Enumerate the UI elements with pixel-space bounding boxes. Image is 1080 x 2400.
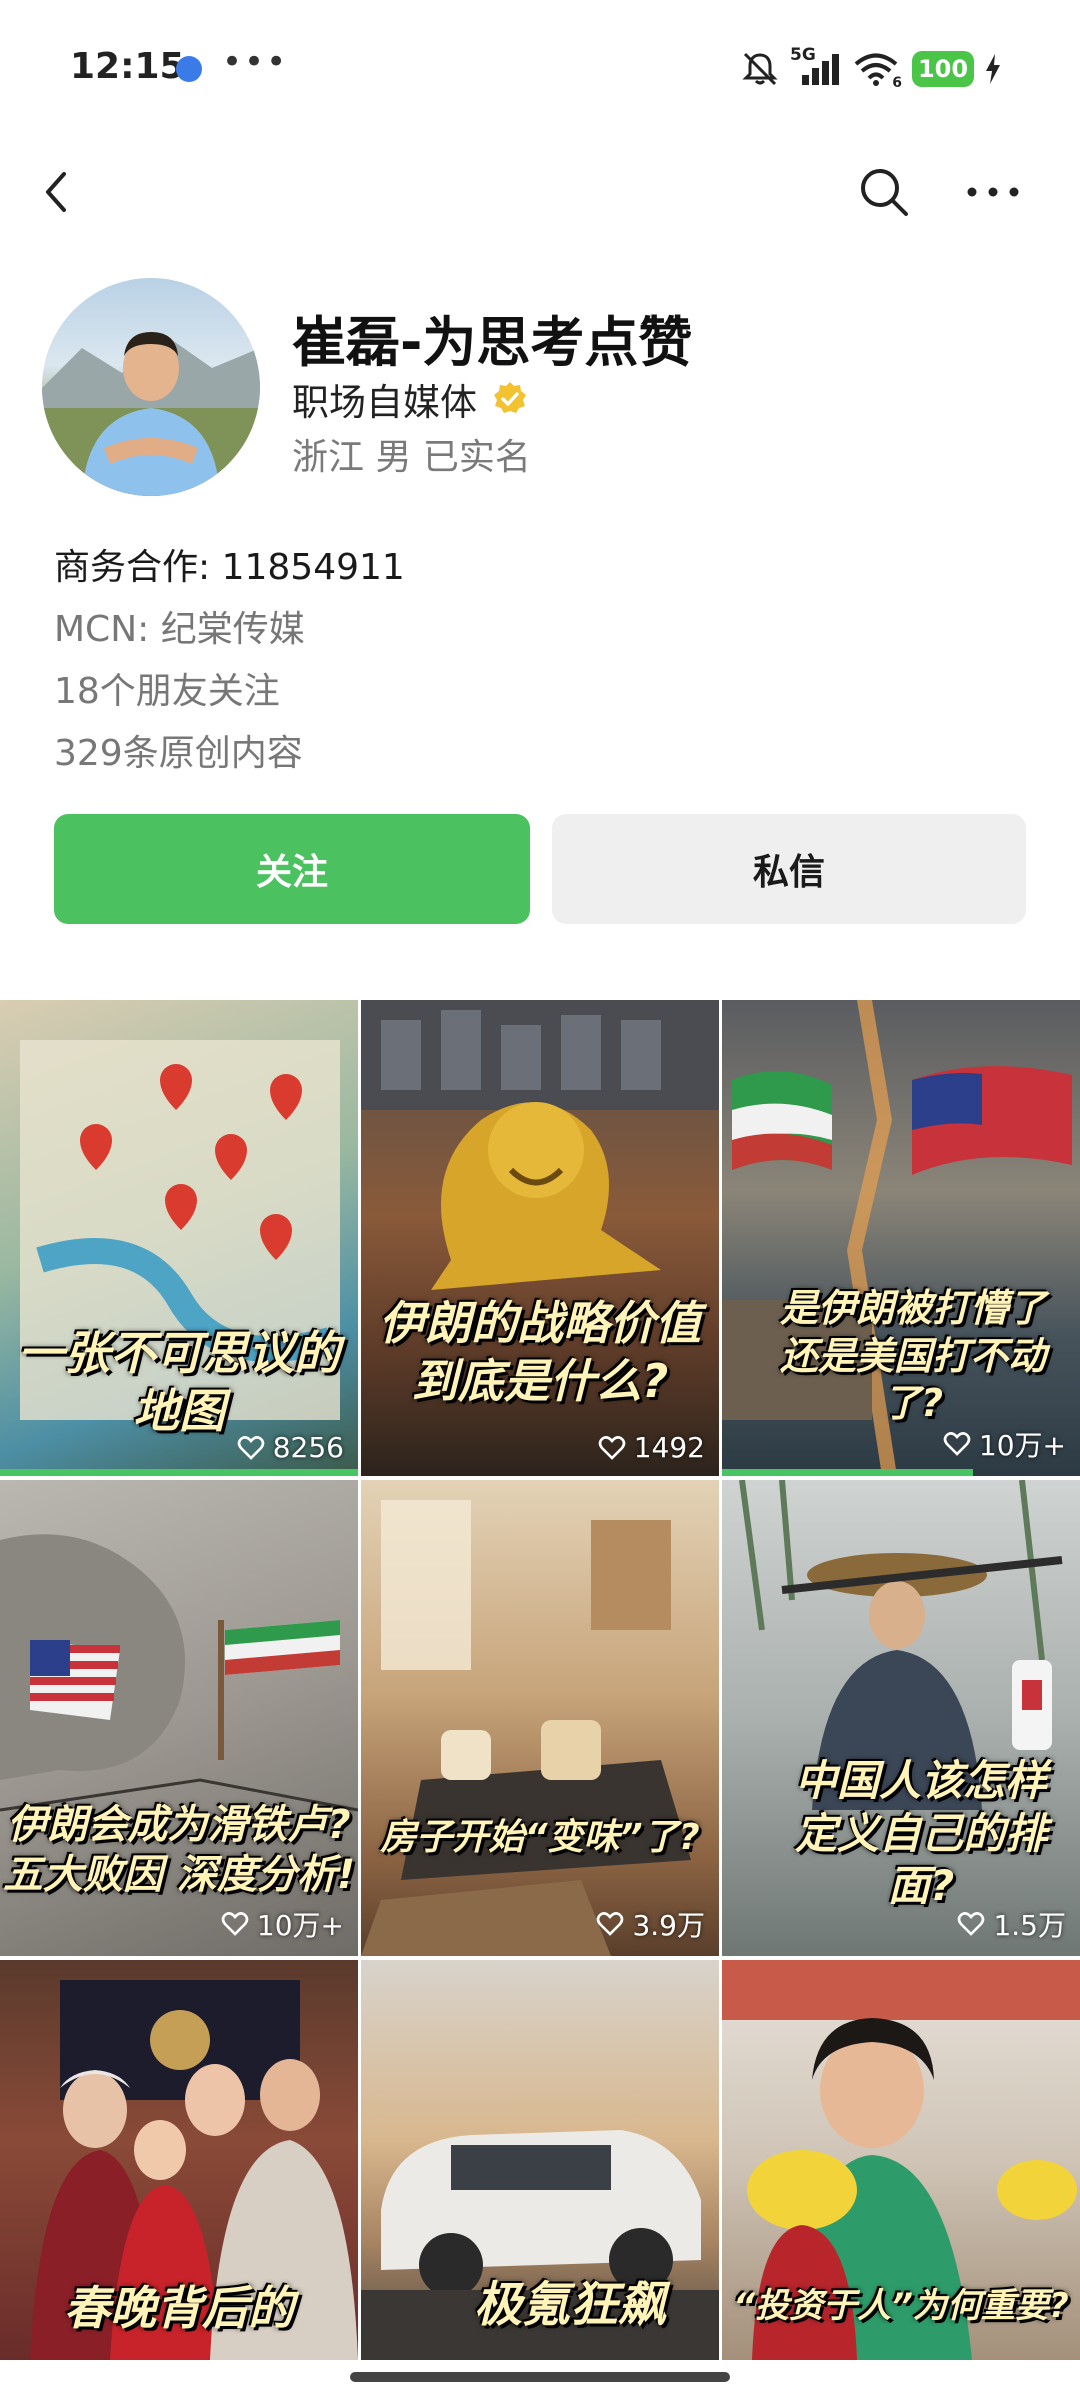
video-caption: 伊朗的战略价值 到底是什么?	[361, 1295, 719, 1410]
profile-meta: 浙江 男 已实名	[292, 437, 531, 478]
wifi-generation: 6	[892, 75, 902, 91]
video-caption: 春晚背后的	[0, 2280, 358, 2338]
like-count-value: 8256	[272, 1431, 344, 1464]
like-count-value: 10万+	[978, 1429, 1066, 1462]
more-icon[interactable]	[958, 160, 1028, 224]
video-caption: 是伊朗被打懵了 还是美国打不动了?	[752, 1285, 1074, 1428]
profile-name: 崔磊-为思考点赞	[292, 311, 693, 374]
message-button[interactable]: 私信	[552, 814, 1026, 924]
caption-line: 房子开始“变味”了?	[380, 1817, 700, 1858]
search-icon[interactable]	[852, 160, 916, 224]
business-contact: 商务合作: 11854911	[54, 547, 405, 588]
video-caption: 房子开始“变味”了?	[361, 1815, 719, 1860]
home-indicator[interactable]	[350, 2372, 730, 2382]
like-count: 10万+	[221, 1904, 344, 1944]
video-tile[interactable]: 中国人该怎样 定义自己的排面? 1.5万	[722, 1480, 1080, 1956]
video-caption: 极氪狂飙	[421, 2275, 719, 2335]
video-tile[interactable]: “投资于人”为何重要?	[722, 1960, 1080, 2360]
battery-icon: 100	[912, 51, 974, 87]
app-badge-icon	[176, 56, 202, 82]
status-bar: 12:15 ••• 5G 6 100	[0, 0, 1080, 136]
video-tile[interactable]: 极氪狂飙	[361, 1960, 719, 2360]
watch-progress	[722, 1469, 973, 1476]
like-count-value: 1.5万	[993, 1909, 1066, 1942]
verified-icon	[494, 382, 526, 413]
caption-line: 伊朗的战略价值 到底是什么?	[379, 1296, 701, 1408]
status-time: 12:15	[70, 46, 185, 87]
status-icons: 5G 6 100	[740, 45, 1002, 92]
signal-icon: 5G	[790, 45, 842, 87]
video-tile[interactable]: 房子开始“变味”了? 3.9万	[361, 1480, 719, 1956]
wifi-icon: 6	[852, 51, 902, 91]
caption-line: 一张不可思议的 地图	[18, 1326, 340, 1438]
like-count: 3.9万	[596, 1904, 705, 1944]
like-count-value: 3.9万	[632, 1909, 705, 1942]
video-caption: 一张不可思议的 地图	[0, 1325, 358, 1440]
status-more-indicator: •••	[222, 42, 289, 82]
like-count: 1.5万	[957, 1904, 1066, 1944]
like-count: 10万+	[943, 1424, 1066, 1464]
category-label: 职场自媒体	[292, 381, 477, 424]
heart-icon	[237, 1435, 265, 1460]
video-tile[interactable]: 春晚背后的	[0, 1960, 358, 2360]
video-caption: 伊朗会成为滑铁卢? 五大败因 深度分析!	[0, 1800, 358, 1900]
video-tile[interactable]: 是伊朗被打懵了 还是美国打不动了? 10万+	[722, 1000, 1080, 1476]
video-tile[interactable]: 伊朗的战略价值 到底是什么? 1492	[361, 1000, 719, 1476]
caption-line: 是伊朗被打懵了 还是美国打不动了?	[779, 1286, 1046, 1425]
video-tile[interactable]: 伊朗会成为滑铁卢? 五大败因 深度分析! 10万+	[0, 1480, 358, 1956]
heart-icon	[221, 1912, 249, 1936]
caption-line: 极氪狂飙	[473, 2277, 666, 2333]
heart-icon	[598, 1435, 626, 1460]
profile-category: 职场自媒体	[292, 372, 529, 426]
video-grid: 一张不可思议的 地图 8256 伊朗的战略价值 到底是什么? 1492 是伊朗被…	[0, 1000, 1080, 2360]
like-count: 1492	[598, 1431, 705, 1464]
charging-icon	[986, 54, 1000, 84]
caption-line: 伊朗会成为滑铁卢? 五大败因 深度分析!	[2, 1802, 356, 1898]
avatar[interactable]	[42, 278, 260, 496]
like-count-value: 1492	[633, 1431, 705, 1464]
follow-button[interactable]: 关注	[54, 814, 530, 924]
original-content-count: 329条原创内容	[54, 733, 303, 774]
mute-icon	[742, 52, 778, 86]
watch-progress	[0, 1469, 358, 1476]
video-caption: “投资于人”为何重要?	[722, 2285, 1080, 2328]
like-count-value: 10万+	[256, 1909, 344, 1942]
mcn-info: MCN: 纪棠传媒	[54, 609, 305, 650]
heart-icon	[958, 1912, 985, 1936]
back-icon[interactable]	[28, 162, 88, 222]
caption-line: “投资于人”为何重要?	[733, 2286, 1069, 2326]
caption-line: 中国人该怎样 定义自己的排面?	[794, 1756, 1047, 1910]
video-tile[interactable]: 一张不可思议的 地图 8256	[0, 1000, 358, 1476]
friends-following[interactable]: 18个朋友关注	[54, 662, 280, 714]
top-nav	[0, 136, 1080, 246]
video-caption: 中国人该怎样 定义自己的排面?	[762, 1755, 1080, 1913]
heart-icon	[943, 1432, 971, 1456]
caption-line: 春晚背后的	[64, 2281, 294, 2335]
like-count: 8256	[237, 1431, 344, 1464]
heart-icon	[597, 1912, 624, 1936]
